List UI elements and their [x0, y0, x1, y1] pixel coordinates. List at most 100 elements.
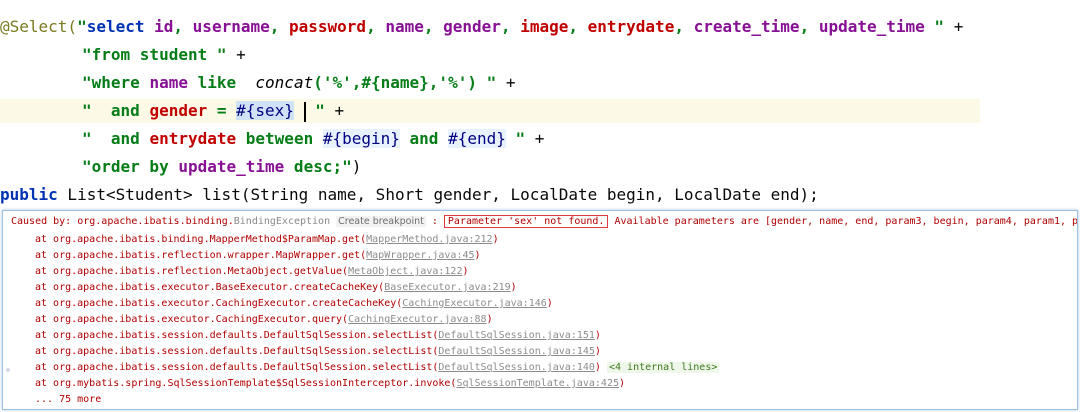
q: " [77, 17, 87, 36]
sql-string: " and [82, 101, 150, 120]
frame-text: at org.apache.ibatis.session.defaults.De… [35, 330, 439, 341]
source-link[interactable]: DefaultSqlSession.java:140 [438, 362, 595, 373]
available-params: Available parameters are [gender, name, … [608, 216, 1078, 227]
annotation-select: @Select( [0, 17, 78, 36]
source-link[interactable]: CachingExecutor.java:146 [402, 298, 547, 309]
sql-select-kw: select [86, 17, 145, 36]
stack-frame: at org.apache.ibatis.session.defaults.De… [11, 344, 601, 360]
sql-string: "where [82, 73, 150, 92]
frame-tail: ) [510, 282, 517, 293]
frame-tail: ) [492, 234, 499, 245]
code-line-3: "where name like concat('%',#{name},'%')… [82, 71, 516, 95]
sql-string: desc;" [284, 157, 352, 176]
col-gender: gender [443, 17, 501, 36]
plus: + [944, 17, 964, 36]
col-update-time: update_time [178, 157, 285, 176]
internal-lines-toggle[interactable]: <4 internal lines> [606, 362, 720, 373]
param-end: #{end} [448, 129, 506, 148]
stack-frame: at org.apache.ibatis.binding.MapperMetho… [11, 232, 499, 248]
col-gender: gender [149, 101, 208, 120]
code-line-5: " and entrydate between #{begin} and #{e… [82, 127, 544, 151]
code-editor[interactable]: @Select("select id, username, password, … [0, 0, 980, 210]
stack-frame: at org.apache.ibatis.executor.CachingExe… [11, 312, 493, 328]
close-paren: ) [351, 157, 362, 176]
create-breakpoint-button[interactable]: Create breakpoint [336, 216, 426, 227]
col-name: name [385, 17, 424, 36]
code-line-1: @Select("select id, username, password, … [0, 15, 963, 39]
col-password: password [289, 17, 367, 36]
stack-frame: at org.apache.ibatis.session.defaults.De… [11, 360, 720, 376]
exception-line: Caused by: org.apache.ibatis.binding.Bin… [11, 214, 1078, 230]
public-keyword: public [0, 185, 58, 204]
col-image: image [520, 17, 569, 36]
sql-string: between [236, 129, 323, 148]
frame-text: at org.apache.ibatis.reflection.MetaObje… [35, 266, 349, 277]
sql-string: "select id, username, password, name, ge… [77, 17, 945, 36]
col-create-time: create_time [693, 17, 800, 36]
fold-marker-icon[interactable] [6, 368, 10, 372]
stack-frame: at org.apache.ibatis.executor.CachingExe… [11, 296, 553, 312]
frame-tail: ) [474, 250, 481, 261]
source-link[interactable]: BaseExecutor.java:219 [384, 282, 510, 293]
frame-text: at org.apache.ibatis.executor.CachingExe… [35, 314, 349, 325]
error-message-highlight: Parameter 'sex' not found. [443, 215, 609, 228]
concat-function: concat [255, 73, 314, 92]
sql-string: ('%',#{name},'%') " [313, 73, 497, 92]
exception-prefix: Caused by: org.apache.ibatis.binding. [11, 216, 234, 227]
plus: + [324, 101, 345, 120]
frame-tail: ) [594, 346, 601, 357]
param-sex[interactable]: #{sex} [236, 101, 294, 120]
frame-tail: ) [594, 362, 601, 373]
frame-text: at org.apache.ibatis.reflection.wrapper.… [35, 250, 367, 261]
frame-text: at org.apache.ibatis.executor.CachingExe… [35, 298, 403, 309]
sql-string: "order by [82, 157, 179, 176]
col-id: id [154, 17, 174, 36]
source-link[interactable]: DefaultSqlSession.java:145 [438, 346, 595, 357]
col-entrydate: entrydate [149, 129, 237, 148]
frame-text: at org.apache.ibatis.executor.BaseExecut… [35, 282, 385, 293]
source-link[interactable]: MapWrapper.java:45 [366, 250, 474, 261]
sql-string [294, 101, 304, 120]
frame-tail: ) [619, 378, 626, 389]
frame-text: at org.apache.ibatis.session.defaults.De… [35, 346, 439, 357]
sql-string: like [187, 73, 256, 92]
plus: + [525, 129, 545, 148]
frame-tail: ) [546, 298, 553, 309]
param-begin: #{begin} [322, 129, 400, 148]
frame-text: at org.apache.ibatis.binding.MapperMetho… [35, 234, 367, 245]
code-line-2: "from student " + [82, 43, 246, 67]
source-link[interactable]: SqlSessionTemplate.java:425 [456, 378, 619, 389]
source-link[interactable]: DefaultSqlSession.java:151 [438, 330, 595, 341]
col-username: username [192, 17, 270, 36]
col-name: name [149, 73, 188, 92]
source-link[interactable]: CachingExecutor.java:88 [348, 314, 486, 325]
method-signature: List<Student> list(String name, Short ge… [57, 185, 819, 204]
sql-string: "from student " [82, 45, 227, 64]
col-update-time: update_time [818, 17, 925, 36]
frame-tail: ) [462, 266, 469, 277]
sql-string: " [505, 129, 526, 148]
code-line-4-current[interactable]: " and gender = #{sex} " + [0, 99, 980, 123]
stack-frame: at org.mybatis.spring.SqlSessionTemplate… [11, 376, 625, 392]
plus: + [226, 45, 246, 64]
source-link[interactable]: MetaObject.java:122 [348, 266, 462, 277]
frame-text: at org.apache.ibatis.session.defaults.De… [35, 362, 439, 373]
colon: : [425, 216, 444, 227]
sql-string: " and [82, 129, 150, 148]
stack-frame: at org.apache.ibatis.reflection.MetaObje… [11, 264, 469, 280]
more-frames: ... 75 more [35, 394, 102, 405]
frame-text: at org.mybatis.spring.SqlSessionTemplate… [35, 378, 457, 389]
exception-class-link[interactable]: BindingException [234, 216, 330, 227]
frame-tail: ) [486, 314, 493, 325]
col-entrydate: entrydate [587, 17, 675, 36]
code-line-7: public List<Student> list(String name, S… [0, 183, 819, 207]
frame-tail: ) [594, 330, 601, 341]
console-panel[interactable]: Caused by: org.apache.ibatis.binding.Bin… [2, 210, 1078, 410]
sql-string: " [305, 101, 325, 120]
source-link[interactable]: MapperMethod.java:212 [366, 234, 492, 245]
sql-string: and [399, 129, 449, 148]
stack-frame: at org.apache.ibatis.session.defaults.De… [11, 328, 601, 344]
stack-frame: at org.apache.ibatis.reflection.wrapper.… [11, 248, 481, 264]
stack-frame: at org.apache.ibatis.executor.BaseExecut… [11, 280, 517, 296]
sql-string: = [207, 101, 237, 120]
